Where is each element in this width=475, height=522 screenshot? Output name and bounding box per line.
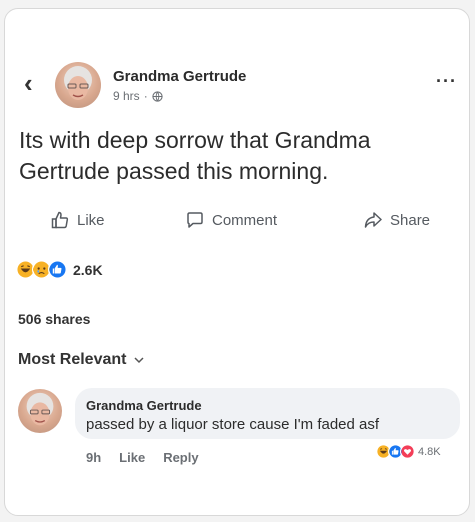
comment-actions: 9h Like Reply xyxy=(86,450,199,465)
post-text: Its with deep sorrow that Grandma Gertru… xyxy=(19,127,371,184)
comment-reaction-count: 4.8K xyxy=(418,445,441,458)
comment-reaction-summary[interactable]: 4.8K xyxy=(374,443,445,460)
share-icon xyxy=(364,212,382,228)
like-label: Like xyxy=(77,211,105,229)
chevron-down-icon xyxy=(134,356,144,364)
comment-author-name[interactable]: Grandma Gertrude xyxy=(86,398,202,413)
back-button[interactable]: ‹ xyxy=(24,70,33,96)
love-reaction-icon xyxy=(400,444,415,459)
more-options-icon[interactable]: ··· xyxy=(436,72,457,90)
share-label: Share xyxy=(390,211,431,229)
comment-icon xyxy=(187,212,203,228)
globe-icon xyxy=(152,90,163,102)
comment-like-button[interactable]: Like xyxy=(119,450,145,465)
meta-separator: · xyxy=(143,89,148,103)
comment-button[interactable]: Comment xyxy=(185,210,277,230)
reaction-count: 2.6K xyxy=(73,261,103,278)
commenter-avatar[interactable] xyxy=(18,389,62,433)
post-time[interactable]: 9 hrs xyxy=(113,89,140,103)
like-reaction-icon xyxy=(48,260,67,279)
comment-reply-button[interactable]: Reply xyxy=(163,450,198,465)
thumbs-up-icon xyxy=(51,211,69,229)
post-author-name[interactable]: Grandma Gertrude xyxy=(113,68,246,85)
share-count[interactable]: 506 shares xyxy=(18,311,90,327)
share-button[interactable]: Share xyxy=(363,210,430,230)
comment-bubble: Grandma Gertrude passed by a liquor stor… xyxy=(75,388,460,439)
comment-text: passed by a liquor store cause I'm faded… xyxy=(86,416,380,433)
like-button[interactable]: Like xyxy=(50,210,105,230)
author-avatar[interactable] xyxy=(55,62,101,108)
post-actions: Like Comment Share xyxy=(0,210,466,240)
reaction-summary[interactable]: 2.6K xyxy=(16,260,103,279)
comments-sort-dropdown[interactable]: Most Relevant xyxy=(18,351,144,369)
sort-label: Most Relevant xyxy=(18,351,127,368)
comment-label: Comment xyxy=(212,211,278,229)
post-meta: 9 hrs · xyxy=(113,89,163,103)
comment-time: 9h xyxy=(86,450,102,465)
